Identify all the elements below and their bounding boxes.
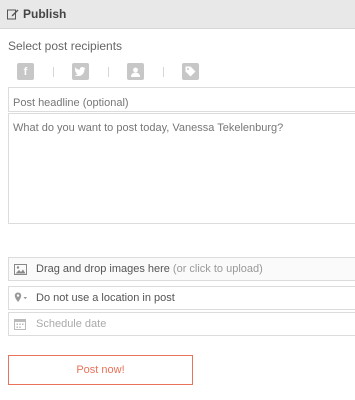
recipients-label: Select post recipients — [8, 39, 123, 53]
tag-icon[interactable] — [182, 63, 199, 80]
separator — [163, 66, 164, 77]
schedule-date-input[interactable]: Schedule date — [8, 312, 355, 336]
location-label: Do not use a location in post — [36, 292, 175, 304]
upload-hint[interactable]: (or click to upload) — [173, 263, 263, 275]
publish-panel: Publish Select post recipients f Post he… — [0, 0, 355, 400]
location-select[interactable]: Do not use a location in post — [8, 286, 355, 310]
calendar-icon — [14, 318, 28, 330]
facebook-glyph: f — [23, 65, 28, 78]
image-icon — [14, 263, 28, 275]
upload-label: Drag and drop images here — [36, 263, 170, 275]
edit-icon — [7, 8, 19, 20]
post-message-textarea[interactable] — [8, 113, 355, 224]
separator — [53, 66, 54, 77]
user-icon[interactable] — [127, 63, 144, 80]
location-pin-icon — [14, 292, 28, 304]
panel-title: Publish — [23, 7, 67, 21]
schedule-date-placeholder: Schedule date — [36, 318, 107, 330]
headline-input[interactable] — [8, 87, 355, 112]
twitter-icon[interactable] — [72, 63, 89, 80]
post-now-button[interactable]: Post now! — [8, 355, 193, 385]
recipient-selector: f — [17, 63, 199, 80]
panel-header: Publish — [0, 0, 355, 29]
separator — [108, 66, 109, 77]
facebook-icon[interactable]: f — [17, 63, 34, 80]
image-upload-dropzone[interactable]: Drag and drop images here (or click to u… — [8, 257, 355, 281]
